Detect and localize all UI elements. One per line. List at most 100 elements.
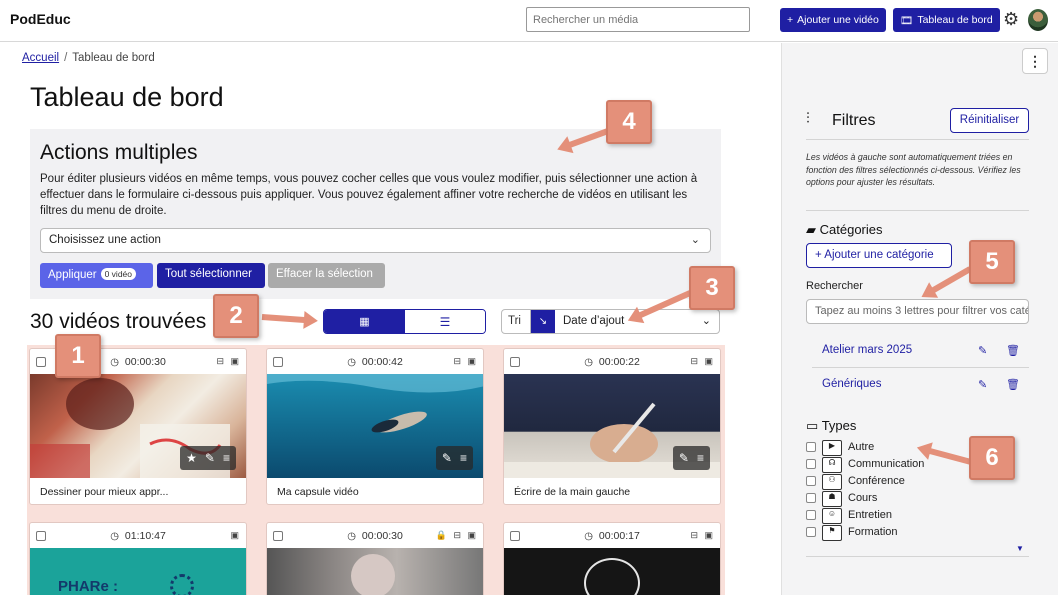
video-card-header: ◷ 00:00:30 🔒 ⊟ ▣ [267, 523, 483, 548]
video-card-header: ◷ 01:10:47 ▣ [30, 523, 246, 548]
film-icon: ⊟ ▣ [690, 530, 715, 540]
type-checkbox[interactable] [806, 510, 816, 520]
grid-icon: ▦ [359, 316, 370, 328]
callout-arrow [261, 314, 309, 324]
menu-icon[interactable]: ≡ [697, 451, 704, 465]
video-card[interactable]: ◷ 00:00:42 ⊟ ▣ ✎ ≡ Ma capsule vidéo [266, 348, 484, 505]
film-icon: ▣ [230, 530, 241, 540]
edit-icon[interactable]: ✎ [679, 451, 689, 465]
add-video-button[interactable]: + Ajouter une vidéo [780, 8, 886, 32]
star-icon[interactable]: ★ [186, 451, 197, 465]
divider [806, 139, 1029, 140]
types-title: ▭ Types [806, 418, 856, 434]
menu-icon[interactable]: ≡ [223, 451, 230, 465]
avatar[interactable] [1028, 9, 1048, 31]
chevron-down-icon: ⌄ [690, 234, 700, 246]
type-icon: ⚑ [822, 525, 842, 541]
clock-icon: ◷ [110, 357, 119, 368]
clock-icon: ◷ [347, 357, 356, 368]
sort-select-value: Date d’ajout [563, 315, 625, 327]
video-card-toolbar: ✎ ≡ [435, 446, 473, 470]
type-checkbox[interactable] [806, 527, 816, 537]
apply-button[interactable]: Appliquer 0 vidéo [40, 263, 153, 288]
filters-note: Les vidéos à gauche sont automatiquement… [806, 152, 1021, 187]
video-thumbnail[interactable] [267, 548, 483, 595]
monitor-icon: ▭ [806, 418, 819, 433]
brand-logo[interactable]: PodEduc [10, 11, 71, 27]
video-duration-value: 00:00:17 [598, 530, 640, 542]
video-thumbnail[interactable] [504, 548, 720, 595]
reset-filters-button[interactable]: Réinitialiser [950, 108, 1029, 133]
trash-icon[interactable]: 🗑 [1006, 344, 1020, 357]
video-duration: ◷ 00:00:42 [267, 356, 483, 368]
category-item[interactable]: Atelier mars 2025 [822, 344, 912, 356]
type-icon: ☺ [822, 508, 842, 524]
video-thumbnail[interactable]: ★ ✎ ≡ [30, 374, 246, 478]
video-title[interactable]: Dessiner pour mieux appr... [30, 478, 246, 504]
type-icon: ▶ [822, 440, 842, 456]
bulk-actions-panel: Actions multiples Pour éditer plusieurs … [30, 129, 721, 299]
edit-icon[interactable]: ✎ [978, 344, 987, 357]
clock-icon: ◷ [584, 357, 593, 368]
edit-icon[interactable]: ✎ [442, 451, 452, 465]
grid-view-button[interactable]: ▦ [324, 310, 405, 333]
video-duration-value: 00:00:42 [361, 356, 403, 368]
kebab-menu-icon[interactable]: ⋮ [1022, 48, 1048, 74]
results-count: 30 vidéos trouvées [30, 310, 207, 333]
select-all-button[interactable]: Tout sélectionner [157, 263, 265, 288]
action-select[interactable]: Choisissez une action ⌄ [40, 228, 711, 253]
add-category-button[interactable]: + Ajouter une catégorie [806, 243, 952, 268]
video-card[interactable]: ◷ 01:10:47 ▣ PHARe : [29, 522, 247, 595]
breadcrumb: Accueil / Tableau de bord [22, 52, 155, 64]
video-title[interactable]: Ma capsule vidéo [267, 478, 483, 504]
video-card[interactable]: ◷ 00:00:17 ⊟ ▣ [503, 522, 721, 595]
video-card[interactable]: ◷ 00:00:30 🔒 ⊟ ▣ [266, 522, 484, 595]
sort-label: Tri [502, 310, 531, 333]
edit-icon[interactable]: ✎ [978, 378, 987, 391]
trash-icon[interactable]: 🗑 [1006, 378, 1020, 391]
menu-icon[interactable]: ≡ [460, 451, 467, 465]
dashboard-button[interactable]: 🎞 Tableau de bord [893, 8, 1000, 32]
video-card[interactable]: ◷ 00:00:22 ⊟ ▣ ✎ ≡ Écrire de la main gauc… [503, 348, 721, 505]
list-view-button[interactable]: ☰ [405, 310, 485, 333]
video-duration-value: 00:00:30 [124, 356, 166, 368]
video-thumbnail[interactable]: ✎ ≡ [267, 374, 483, 478]
clock-icon: ◷ [347, 531, 356, 542]
selection-count-badge: 0 vidéo [100, 268, 137, 280]
sort-control: Tri ↘ Date d’ajout ⌄ [501, 309, 720, 334]
category-search-label: Rechercher [806, 280, 863, 292]
video-thumbnail[interactable]: PHARe : [30, 548, 246, 595]
clock-icon: ◷ [584, 531, 593, 542]
apply-label: Appliquer [48, 269, 97, 281]
category-search-input[interactable]: Tapez au moins 3 lettres pour filtrer vo… [806, 299, 1029, 324]
video-card-toolbar: ★ ✎ ≡ [180, 446, 236, 470]
type-checkbox[interactable] [806, 459, 816, 469]
video-duration: ◷ 00:00:22 [504, 356, 720, 368]
breadcrumb-separator: / [64, 52, 68, 64]
type-icon: ☗ [822, 491, 842, 507]
category-item[interactable]: Génériques [822, 378, 881, 390]
film-icon: ⊟ ▣ [453, 356, 478, 366]
callout-badge: 3 [689, 266, 735, 310]
video-card-header: ◷ 00:00:17 ⊟ ▣ [504, 523, 720, 548]
type-label: Communication [848, 458, 925, 470]
media-search-input[interactable] [526, 7, 750, 32]
bulk-actions-title: Actions multiples [40, 141, 198, 164]
video-duration: ◷ 01:10:47 [30, 530, 246, 542]
type-checkbox[interactable] [806, 493, 816, 503]
type-checkbox[interactable] [806, 442, 816, 452]
action-select-value: Choisissez une action [49, 234, 161, 246]
type-checkbox[interactable] [806, 476, 816, 486]
clear-selection-button[interactable]: Effacer la sélection [268, 263, 385, 288]
types-title-text: Types [821, 418, 857, 433]
scroll-down-icon[interactable]: ▼ [1016, 544, 1024, 553]
edit-icon[interactable]: ✎ [205, 451, 215, 465]
breadcrumb-home-link[interactable]: Accueil [22, 52, 59, 64]
video-thumbnail[interactable]: ✎ ≡ [504, 374, 720, 478]
video-duration-value: 00:00:30 [361, 530, 403, 542]
sort-direction-button[interactable]: ↘ [531, 310, 555, 333]
video-title[interactable]: Écrire de la main gauche [504, 478, 720, 504]
gear-icon[interactable]: ⚙ [1003, 9, 1019, 30]
type-label: Formation [848, 526, 898, 538]
chevron-down-icon: ⌄ [701, 315, 711, 327]
